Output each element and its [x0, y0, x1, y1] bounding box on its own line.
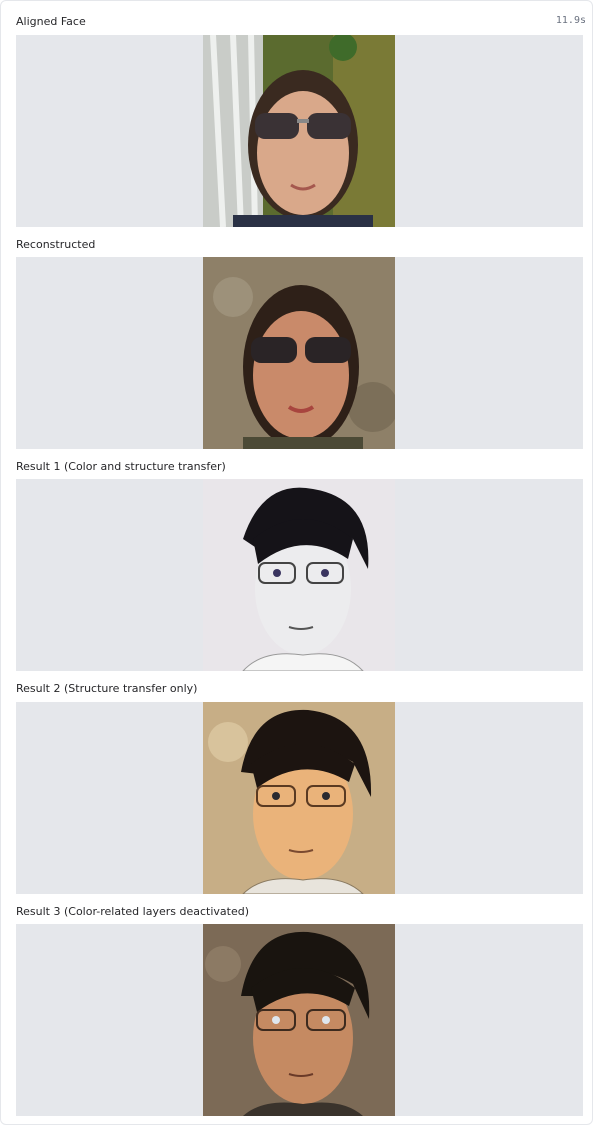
reconstructed-image[interactable]	[203, 257, 395, 449]
result-3-label: Result 3 (Color-related layers deactivat…	[16, 905, 249, 918]
output-panel: 11.9s Aligned Face Reconstructed Result …	[0, 0, 593, 1125]
aligned-face-label: Aligned Face	[16, 15, 86, 28]
elapsed-time: 11.9s	[555, 15, 586, 26]
result-3-image-frame	[16, 924, 583, 1116]
result-2-label: Result 2 (Structure transfer only)	[16, 682, 198, 695]
result-3-image[interactable]	[203, 924, 395, 1116]
reconstructed-image-frame	[16, 257, 583, 449]
aligned-face-image[interactable]	[203, 35, 395, 227]
result-2-image-frame	[16, 702, 583, 894]
result-1-label: Result 1 (Color and structure transfer)	[16, 460, 226, 473]
result-1-image-frame	[16, 479, 583, 671]
result-2-image[interactable]	[203, 702, 395, 894]
aligned-face-image-frame	[16, 35, 583, 227]
result-1-image[interactable]	[203, 479, 395, 671]
reconstructed-label: Reconstructed	[16, 238, 96, 251]
